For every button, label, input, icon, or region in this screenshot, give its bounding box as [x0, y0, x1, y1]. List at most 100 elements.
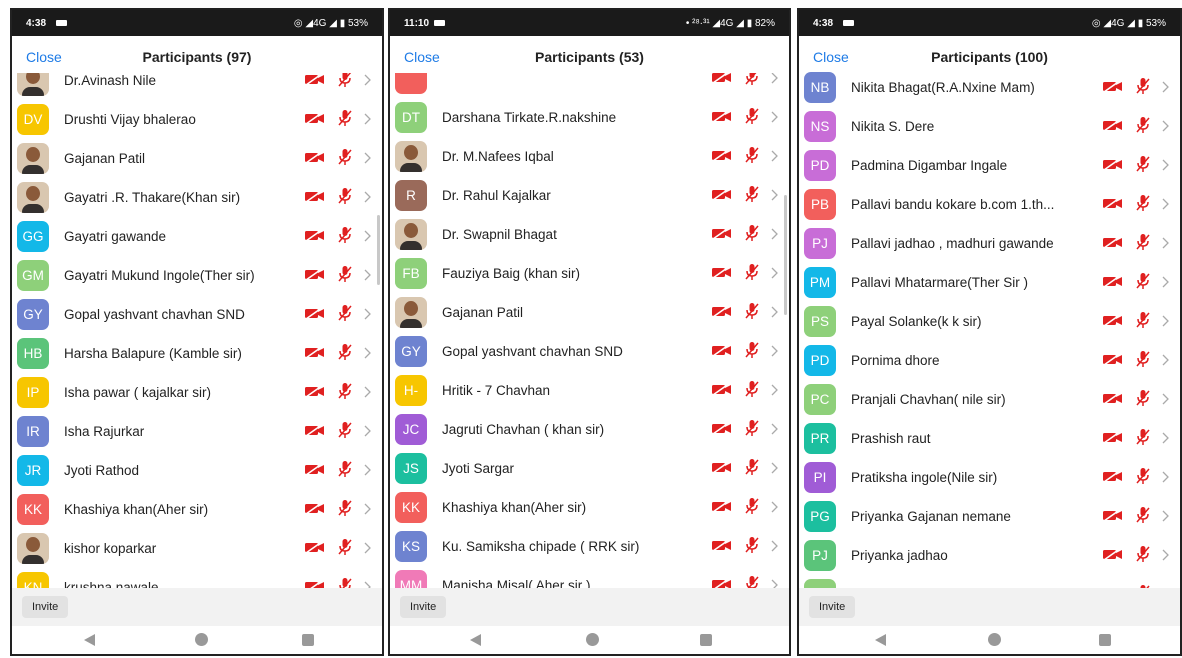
participant-row[interactable]: IP Isha pawar ( kajalkar sir) — [12, 373, 382, 412]
home-icon[interactable] — [586, 633, 599, 646]
mic-off-icon[interactable] — [744, 536, 760, 559]
chevron-right-icon[interactable] — [364, 268, 371, 286]
invite-button[interactable]: Invite — [22, 596, 69, 618]
mic-off-icon[interactable] — [744, 380, 760, 403]
participant-row[interactable]: JC Jagruti Chavhan ( khan sir) — [390, 410, 789, 449]
chevron-right-icon[interactable] — [364, 502, 371, 520]
participant-row[interactable]: kishor koparkar — [12, 529, 382, 568]
mic-off-icon[interactable] — [1135, 545, 1151, 568]
mic-off-icon[interactable] — [1135, 272, 1151, 295]
chevron-right-icon[interactable] — [364, 541, 371, 559]
mic-off-icon[interactable] — [1135, 350, 1151, 373]
participant-list[interactable]: NB Nikita Bhagat(R.A.Nxine Mam) NS Nikita S… — [799, 71, 1180, 588]
chevron-right-icon[interactable] — [364, 307, 371, 325]
video-off-icon[interactable] — [1102, 547, 1123, 566]
invite-button[interactable]: Invite — [400, 596, 447, 618]
mic-off-icon[interactable] — [1135, 233, 1151, 256]
participant-row[interactable]: Dr. Swapnil Bhagat — [390, 215, 789, 254]
chevron-right-icon[interactable] — [1162, 470, 1169, 488]
mic-off-icon[interactable] — [337, 499, 353, 522]
participant-row[interactable]: JS Jyoti Sargar — [390, 449, 789, 488]
participant-row[interactable]: MM Manisha Misal( Aher sir ) — [390, 566, 789, 588]
video-off-icon[interactable] — [1102, 352, 1123, 371]
chevron-right-icon[interactable] — [771, 73, 778, 89]
participant-row[interactable]: PM Pallavi Mhatarmare(Ther Sir ) — [799, 263, 1180, 302]
mic-off-icon[interactable] — [1135, 77, 1151, 100]
mic-off-icon[interactable] — [337, 538, 353, 561]
participant-row[interactable]: GM Gayatri Mukund Ingole(Ther sir) — [12, 256, 382, 295]
mic-off-icon[interactable] — [1135, 194, 1151, 217]
video-off-icon[interactable] — [304, 189, 325, 208]
mic-off-icon[interactable] — [337, 421, 353, 444]
mic-off-icon[interactable] — [744, 185, 760, 208]
video-off-icon[interactable] — [711, 343, 732, 362]
participant-row[interactable]: PS Payal Solanke(k k sir) — [799, 302, 1180, 341]
list-scrollbar[interactable] — [784, 195, 787, 315]
back-icon[interactable] — [875, 634, 886, 646]
participant-row[interactable]: PC Pranjali Chavhan( nile sir) — [799, 380, 1180, 419]
mic-off-icon[interactable] — [337, 382, 353, 405]
chevron-right-icon[interactable] — [771, 578, 778, 588]
chevron-right-icon[interactable] — [364, 151, 371, 169]
chevron-right-icon[interactable] — [1162, 158, 1169, 176]
participant-row[interactable]: Gayatri .R. Thakare(Khan sir) — [12, 178, 382, 217]
close-button[interactable]: Close — [813, 49, 849, 65]
chevron-right-icon[interactable] — [1162, 392, 1169, 410]
video-off-icon[interactable] — [304, 540, 325, 559]
video-off-icon[interactable] — [304, 111, 325, 130]
back-icon[interactable] — [84, 634, 95, 646]
chevron-right-icon[interactable] — [771, 344, 778, 362]
participant-row[interactable]: PD Pornima dhore — [799, 341, 1180, 380]
participant-row[interactable]: PD Padmina Digambar Ingale — [799, 146, 1180, 185]
mic-off-icon[interactable] — [337, 73, 353, 93]
participant-row[interactable]: PJ Pallavi jadhao , madhuri gawande — [799, 224, 1180, 263]
chevron-right-icon[interactable] — [1162, 197, 1169, 215]
participant-row[interactable]: KN krushna nawale — [12, 568, 382, 588]
chevron-right-icon[interactable] — [771, 266, 778, 284]
mic-off-icon[interactable] — [337, 148, 353, 171]
chevron-right-icon[interactable] — [771, 110, 778, 128]
video-off-icon[interactable] — [711, 187, 732, 206]
chevron-right-icon[interactable] — [771, 383, 778, 401]
video-off-icon[interactable] — [1102, 118, 1123, 137]
video-off-icon[interactable] — [304, 267, 325, 286]
mic-off-icon[interactable] — [744, 497, 760, 520]
video-off-icon[interactable] — [1102, 508, 1123, 527]
mic-off-icon[interactable] — [744, 458, 760, 481]
mic-off-icon[interactable] — [1135, 467, 1151, 490]
participant-row[interactable]: FB Fauziya Baig (khan sir) — [390, 254, 789, 293]
chevron-right-icon[interactable] — [771, 305, 778, 323]
video-off-icon[interactable] — [711, 265, 732, 284]
chevron-right-icon[interactable] — [364, 580, 371, 588]
recents-icon[interactable] — [302, 634, 314, 646]
chevron-right-icon[interactable] — [771, 539, 778, 557]
participant-row[interactable]: Dr.Avinash Nile — [12, 73, 382, 100]
chevron-right-icon[interactable] — [364, 463, 371, 481]
mic-off-icon[interactable] — [744, 73, 760, 91]
chevron-right-icon[interactable] — [1162, 353, 1169, 371]
participant-row[interactable]: PR Prashish raut — [799, 419, 1180, 458]
participant-row[interactable]: GY Gopal yashvant chavhan SND — [12, 295, 382, 334]
video-off-icon[interactable] — [1102, 235, 1123, 254]
mic-off-icon[interactable] — [744, 146, 760, 169]
video-off-icon[interactable] — [711, 304, 732, 323]
participant-row[interactable]: PJ Priyanka jadhao — [799, 536, 1180, 575]
chevron-right-icon[interactable] — [771, 149, 778, 167]
video-off-icon[interactable] — [304, 73, 325, 91]
video-off-icon[interactable] — [1102, 196, 1123, 215]
recents-icon[interactable] — [1099, 634, 1111, 646]
video-off-icon[interactable] — [711, 148, 732, 167]
participant-row[interactable]: PI Pratiksha ingole(Nile sir) — [799, 458, 1180, 497]
video-off-icon[interactable] — [304, 228, 325, 247]
participant-row[interactable]: JR Jyoti Rathod — [12, 451, 382, 490]
video-off-icon[interactable] — [1102, 313, 1123, 332]
video-off-icon[interactable] — [304, 345, 325, 364]
video-off-icon[interactable] — [711, 109, 732, 128]
participant-row[interactable]: R Dr. Rahul Kajalkar — [390, 176, 789, 215]
participant-row[interactable] — [390, 73, 789, 98]
video-off-icon[interactable] — [304, 579, 325, 588]
list-scrollbar[interactable] — [377, 215, 380, 285]
video-off-icon[interactable] — [711, 460, 732, 479]
mic-off-icon[interactable] — [337, 109, 353, 132]
chevron-right-icon[interactable] — [364, 424, 371, 442]
